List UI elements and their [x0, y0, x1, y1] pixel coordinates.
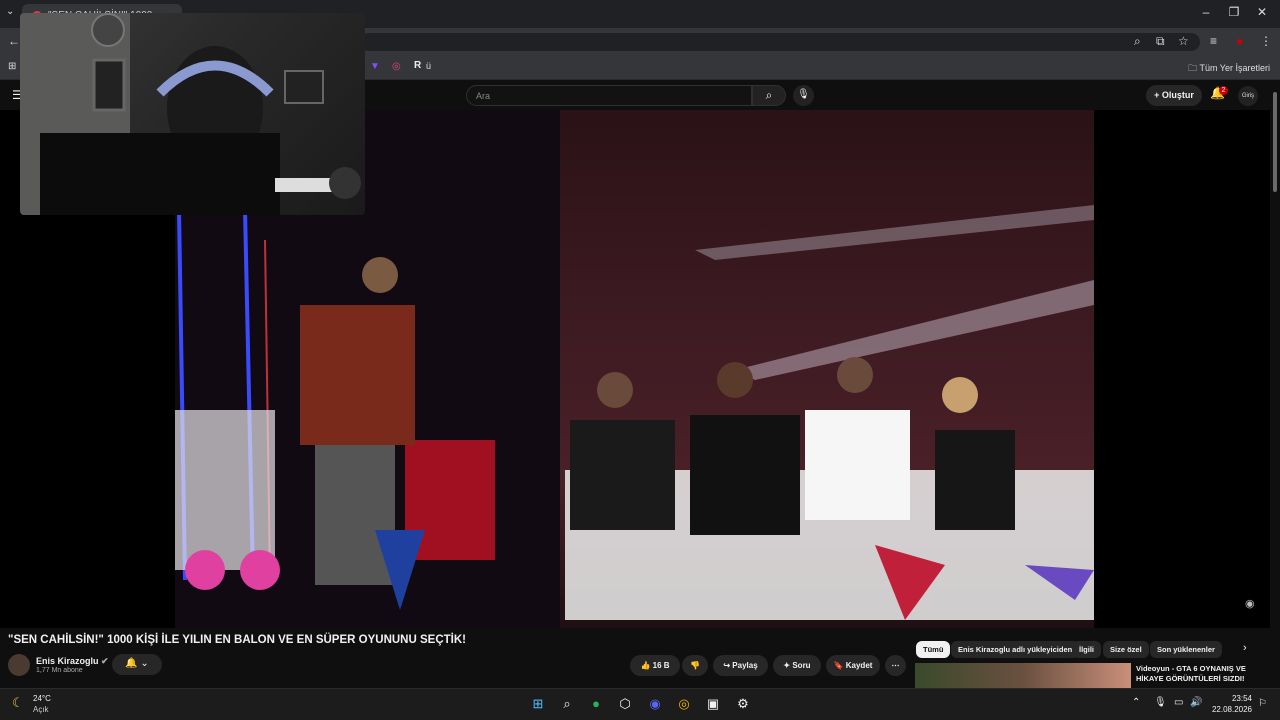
save-button[interactable]: 🔖 Kaydet [826, 655, 880, 676]
windows-taskbar [0, 688, 1280, 720]
menu-icon[interactable]: ⋮ [1260, 34, 1272, 48]
weather-temperature[interactable]: 24°C [33, 694, 51, 703]
account-avatar[interactable]: Giriş [1238, 86, 1258, 106]
tray-volume-icon[interactable]: 🔊 [1190, 697, 1202, 708]
chevron-right-icon[interactable]: › [1243, 642, 1247, 654]
thumbs-down-icon: 👎 [690, 661, 700, 670]
chip-recent[interactable]: Son yüklenenler [1150, 641, 1222, 658]
discord-icon[interactable]: ◉ [645, 694, 665, 714]
dislike-button[interactable]: 👎 [682, 655, 708, 676]
taskbar-search-icon[interactable]: ⌕ [557, 694, 577, 714]
chip-from-uploader[interactable]: Enis Kirazoglu adlı yükleyiciden [951, 641, 1080, 658]
scrollbar-thumb[interactable] [1273, 92, 1277, 192]
microphone-icon[interactable]: 🎙 [793, 85, 814, 106]
app-steam-icon[interactable]: ⚙ [733, 694, 753, 714]
ask-button[interactable]: ✦ Soru [773, 655, 821, 676]
channel-avatar[interactable] [8, 654, 30, 676]
tab-search-icon[interactable]: ⌄ [6, 6, 14, 17]
windows-start-icon[interactable]: ⊞ [528, 694, 548, 714]
extension-icon[interactable]: ● [1236, 34, 1243, 48]
all-bookmarks[interactable]: 🗀 Tüm Yer İşaretleri [1188, 61, 1270, 77]
webcam-overlay [20, 13, 365, 215]
tray-mic-icon[interactable]: 🎙 [1154, 697, 1167, 708]
more-actions-button[interactable]: ⋯ [885, 655, 906, 676]
thumbs-up-icon: 👍 [640, 661, 651, 670]
bookmark-r-icon[interactable]: R [414, 60, 421, 71]
share-icon: ↪ [723, 661, 731, 670]
spotify-icon[interactable]: ● [586, 694, 606, 714]
restore-icon[interactable]: ❐ [1224, 5, 1244, 19]
weather-moon-icon[interactable]: ☾ [12, 695, 24, 711]
app-cube-icon[interactable]: ⬡ [615, 694, 635, 714]
apps-icon[interactable]: ⊞ [8, 61, 16, 72]
star-icon[interactable]: ☆ [1178, 34, 1189, 48]
back-icon[interactable]: ← [8, 34, 20, 48]
close-icon[interactable]: ✕ [1252, 5, 1272, 19]
folder-icon: 🗀 [1188, 63, 1200, 73]
verified-icon: ✔ [101, 656, 109, 666]
notification-center-icon[interactable]: ⚐ [1258, 698, 1267, 709]
bell-icon: 🔔 [125, 658, 138, 669]
sparkle-icon: ✦ [783, 661, 791, 670]
chip-related[interactable]: İlgili [1072, 641, 1101, 658]
subscription-bell-button[interactable]: 🔔 ⌄ [112, 654, 162, 675]
watermark-icon: ◉ [1245, 598, 1255, 610]
create-button[interactable]: + Oluştur [1146, 85, 1202, 106]
bookmark-icon: 🔖 [833, 661, 844, 670]
address-bar[interactable] [360, 33, 1200, 51]
weather-condition[interactable]: Açık [33, 705, 49, 714]
recommendation-title[interactable]: Videoyun - GTA 6 OYNANIŞ VE HİKAYE GÖRÜN… [1136, 664, 1266, 684]
taskbar-clock[interactable]: 23:54 [1206, 694, 1252, 703]
zoom-icon[interactable]: ⌕ [1134, 34, 1141, 49]
cast-icon[interactable]: ⧉ [1156, 34, 1165, 49]
search-input[interactable]: Ara [466, 85, 752, 106]
tray-network-icon[interactable]: ▭ [1174, 697, 1183, 708]
tray-chevron-icon[interactable]: ⌃ [1132, 697, 1140, 708]
chrome-icon[interactable]: ◎ [674, 694, 694, 714]
subscriber-count: 1,77 Mn abone [36, 667, 83, 674]
search-icon[interactable]: ⌕ [752, 85, 786, 106]
webcam-scene [20, 13, 361, 215]
recommendation-thumbnail[interactable] [915, 663, 1131, 690]
chevron-down-icon: ⌄ [140, 658, 149, 669]
chip-for-you[interactable]: Size özel [1103, 641, 1149, 658]
video-title: "SEN CAHİLSİN!" 1000 KİŞİ İLE YILIN EN B… [8, 634, 466, 646]
notification-badge: 2 [1219, 86, 1228, 95]
bookmark-dribbble-icon[interactable]: ◎ [392, 61, 401, 72]
media-icon[interactable]: ≡ [1210, 34, 1217, 48]
bookmark-u-icon[interactable]: ü [426, 61, 431, 71]
chip-all[interactable]: Tümü [916, 641, 951, 658]
screen-share-icon[interactable]: ▣ [703, 694, 723, 714]
channel-name[interactable]: Enis Kirazoglu ✔ [36, 656, 109, 667]
bookmark-twitch-icon[interactable]: ▼ [370, 61, 380, 72]
like-button[interactable]: 👍 16 B [630, 655, 680, 676]
more-icon: ⋯ [891, 661, 900, 670]
minimize-icon[interactable]: – [1196, 5, 1216, 19]
share-button[interactable]: ↪ Paylaş [713, 655, 768, 676]
taskbar-date[interactable]: 22.08.2026 [1206, 705, 1252, 714]
